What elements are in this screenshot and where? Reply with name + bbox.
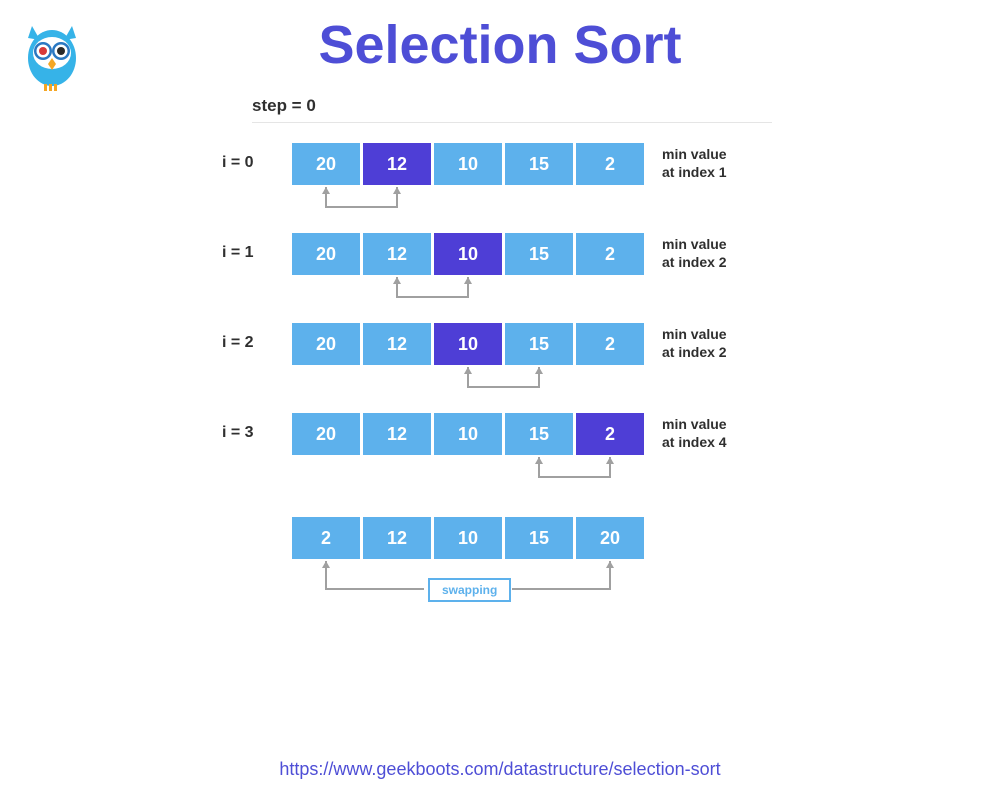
array-cell: 12 (363, 233, 431, 275)
comparison-arrow (292, 455, 652, 487)
array-cell: 20 (292, 413, 360, 455)
min-value-note: min value at index 2 (662, 236, 727, 271)
iteration-row: i = 1 201210152 min value at index 2 (222, 233, 1000, 275)
comparison-arrow (292, 275, 652, 307)
final-row: 212101520 swapping (222, 517, 1000, 559)
array-cell: 20 (292, 323, 360, 365)
array-cell: 2 (576, 233, 644, 275)
array-cell: 15 (505, 143, 573, 185)
divider (252, 122, 772, 123)
array-cell: 15 (505, 233, 573, 275)
min-value-note: min value at index 2 (662, 326, 727, 361)
min-value-note: min value at index 4 (662, 416, 727, 451)
swapping-label: swapping (428, 578, 511, 602)
comparison-arrow (292, 185, 652, 217)
array-cell: 15 (505, 517, 573, 559)
array-cell: 12 (363, 413, 431, 455)
array-cell: 10 (434, 143, 502, 185)
comparison-arrow (292, 365, 652, 397)
array-cell: 20 (292, 143, 360, 185)
array-cell: 12 (363, 323, 431, 365)
min-value-note: min value at index 1 (662, 146, 727, 181)
iteration-label: i = 3 (222, 424, 276, 442)
array-cell: 10 (434, 517, 502, 559)
array-cell: 10 (434, 323, 502, 365)
step-label: step = 0 (252, 96, 1000, 116)
iteration-row: i = 2 201210152 min value at index 2 (222, 323, 1000, 365)
array-cell: 2 (576, 323, 644, 365)
array-cell: 2 (576, 413, 644, 455)
iteration-label: i = 1 (222, 244, 276, 262)
owl-logo-icon (20, 18, 84, 98)
array-cell: 10 (434, 233, 502, 275)
source-url: https://www.geekboots.com/datastructure/… (0, 759, 1000, 780)
array-cell: 15 (505, 323, 573, 365)
array-cell: 20 (576, 517, 644, 559)
array-cell: 12 (363, 143, 431, 185)
iteration-label: i = 0 (222, 154, 276, 172)
iteration-row: i = 0 201210152 min value at index 1 (222, 143, 1000, 185)
array-cell: 2 (292, 517, 360, 559)
array-cell: 10 (434, 413, 502, 455)
array-cell: 12 (363, 517, 431, 559)
page-title: Selection Sort (0, 0, 1000, 76)
array-cell: 15 (505, 413, 573, 455)
array-cell: 20 (292, 233, 360, 275)
iteration-row: i = 3 201210152 min value at index 4 (222, 413, 1000, 455)
array-cell: 2 (576, 143, 644, 185)
iteration-label: i = 2 (222, 334, 276, 352)
